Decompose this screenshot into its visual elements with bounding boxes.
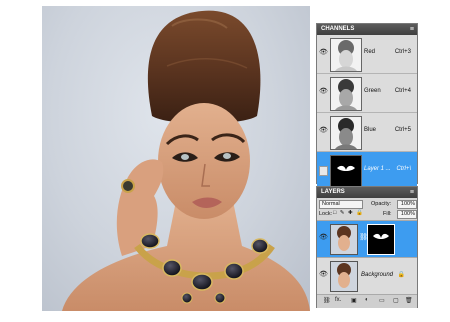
document-canvas[interactable] (42, 6, 310, 311)
layers-controls: Normal Opacity: 100% Lock: □ ✎ ✚ 🔒 Fill:… (317, 198, 417, 221)
panel-menu-icon[interactable]: ≡ (410, 187, 414, 198)
visibility-eye-icon[interactable]: 👁 (319, 127, 328, 135)
layer-row-background[interactable]: 👁 Background 🔒 (317, 258, 417, 295)
visibility-toggle[interactable] (319, 166, 328, 176)
fill-field[interactable]: 100% (397, 210, 417, 219)
channels-panel-header[interactable]: CHANNELS ≡ (317, 24, 417, 35)
channel-shortcut: Ctrl+5 (394, 127, 411, 133)
layer-name: Background (361, 272, 394, 278)
lock-label: Lock: (319, 211, 333, 217)
channel-row-blue[interactable]: 👁 Blue Ctrl+5 (317, 113, 417, 152)
lock-icon: 🔒 (397, 272, 405, 278)
trash-icon[interactable]: 🗑 (405, 297, 413, 304)
visibility-eye-icon[interactable]: 👁 (319, 49, 328, 57)
new-layer-icon[interactable]: ▢ (393, 297, 399, 304)
adjustment-layer-icon[interactable]: ◐ (365, 297, 369, 303)
lock-icons[interactable]: □ ✎ ✚ 🔒 (333, 210, 364, 216)
channel-thumbnail (330, 77, 362, 111)
layers-panel: LAYERS ≡ Normal Opacity: 100% Lock: □ ✎ … (316, 186, 418, 308)
opacity-label: Opacity: (371, 201, 392, 207)
layers-panel-header[interactable]: LAYERS ≡ (317, 187, 417, 198)
layer-style-icon[interactable]: fx. (335, 297, 341, 303)
layer-thumbnail (330, 261, 358, 292)
blend-mode-select[interactable]: Normal (319, 200, 363, 209)
channel-name: Green (364, 88, 381, 94)
add-mask-icon[interactable]: ▣ (351, 297, 357, 304)
visibility-eye-icon[interactable]: 👁 (319, 88, 328, 96)
panel-menu-icon[interactable]: ≡ (410, 24, 414, 35)
layer-mask-thumbnail[interactable] (367, 224, 395, 255)
layer-row-masked[interactable]: 👁 ⛓ (317, 221, 417, 258)
channel-shortcut: Ctrl+3 (394, 49, 411, 55)
channel-shortcut: Ctrl+\ (396, 166, 411, 172)
opacity-field[interactable]: 100% (397, 200, 417, 209)
portrait-photo (62, 10, 310, 311)
fill-label: Fill: (383, 211, 392, 217)
channel-row-green[interactable]: 👁 Green Ctrl+4 (317, 74, 417, 113)
link-layers-icon[interactable]: ⛓ (323, 297, 331, 304)
channel-shortcut: Ctrl+4 (394, 88, 411, 94)
channel-thumbnail (330, 38, 362, 72)
channels-panel: CHANNELS ≡ 👁 Red Ctrl+3 👁 Green Ctrl+4 👁… (316, 23, 418, 203)
channel-name: Red (364, 49, 376, 55)
layer-thumbnail (330, 224, 358, 255)
channel-name: Layer 1 ... (364, 166, 391, 172)
channel-name: Blue (364, 127, 377, 133)
new-group-icon[interactable]: ▭ (379, 297, 385, 304)
channel-row-red[interactable]: 👁 Red Ctrl+3 (317, 35, 417, 74)
channel-thumbnail (330, 116, 362, 150)
visibility-eye-icon[interactable]: 👁 (319, 234, 328, 242)
channel-thumbnail (330, 155, 362, 189)
channels-title: CHANNELS (321, 26, 355, 32)
layers-title: LAYERS (321, 189, 345, 195)
layers-footer: ⛓ fx. ▣ ◐ ▭ ▢ 🗑 (317, 295, 417, 308)
visibility-eye-icon[interactable]: 👁 (319, 271, 328, 279)
